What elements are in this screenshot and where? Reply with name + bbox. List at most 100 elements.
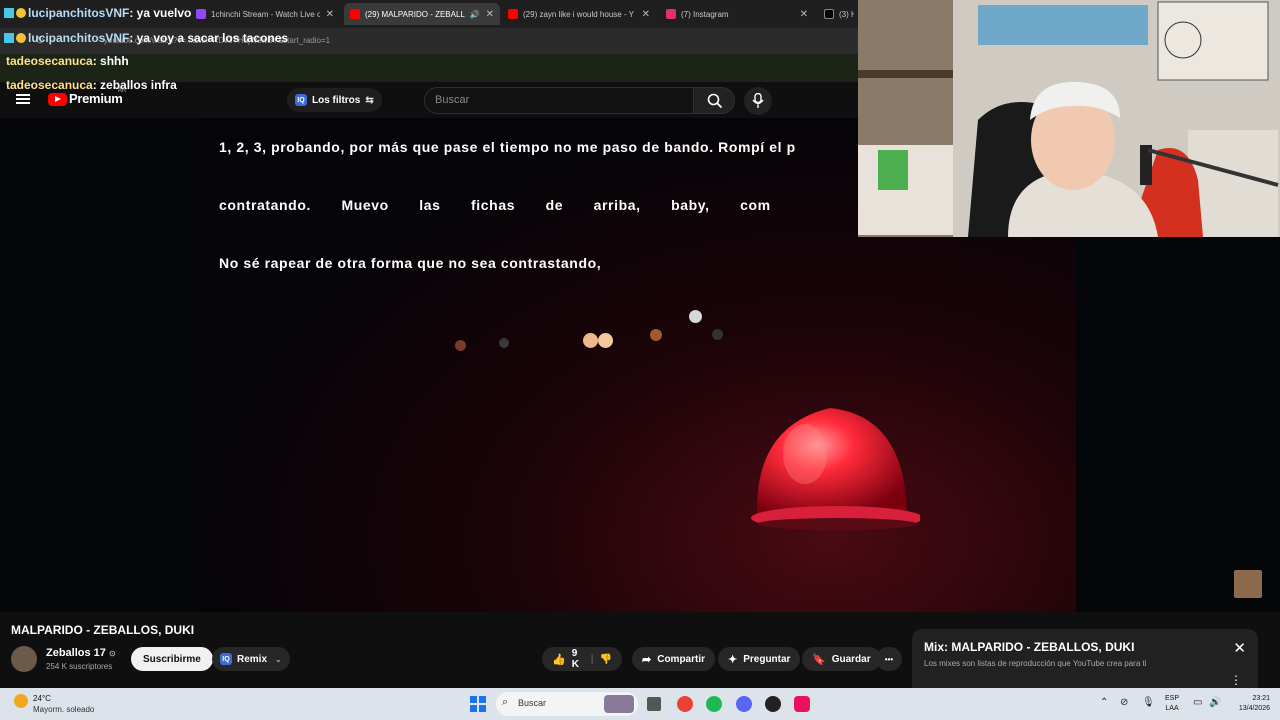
clock-date: 13/4/2026 [1238,705,1270,712]
voice-search-button[interactable] [744,87,772,115]
chat-text: : ya voy a sacar los tacones [129,31,289,45]
microphone-icon[interactable]: 🎙 [1142,697,1155,708]
speaker-icon[interactable]: 🔊 [470,10,480,19]
sliders-icon: ⇆ [365,94,374,106]
chevron-up-icon[interactable]: ⌃ [1100,697,1108,708]
language-code: ESP [1165,695,1180,702]
weather-description: Mayorm. soleado [33,705,95,714]
verified-icon: ⊙ [108,649,116,658]
channel-name[interactable]: Zeballos 17 ⊙ [46,647,116,659]
mix-title[interactable]: Mix: MALPARIDO - ZEBALLOS, DUKI [924,640,1134,654]
twitch-icon [196,9,206,19]
lyric-line: No sé rapear de otra forma que no sea co… [219,255,602,271]
share-icon: ➦ [642,653,652,666]
youtube-logo-icon[interactable] [48,93,67,106]
gift-badge-icon [16,8,26,18]
channel-avatar[interactable] [11,646,37,672]
like-dislike-group: 👍 9 K | 👎 [542,647,622,671]
taskbar-search[interactable]: ⌕ Buscar [496,692,638,716]
filters-badge-icon: IQ [295,94,307,106]
thumbs-down-icon[interactable]: 👎 [600,654,612,665]
tab-zayn[interactable]: (29) zayn like i would house - Y ✕ [502,3,656,25]
microphone-icon [752,93,764,108]
search-icon: ⌕ [502,696,509,708]
spotify-icon[interactable] [706,696,722,712]
share-button[interactable]: ➦ Compartir [632,647,716,671]
chat-text: : shhh [92,54,129,68]
chat-message: lucipanchitosVNF: ya vuelvo [0,6,191,20]
sub-badge-icon [4,33,14,43]
chat-username: tadeosecanuca [6,78,93,92]
sub-badge-icon [4,8,14,18]
tab-x[interactable]: (3) Ho [818,3,860,25]
lyric-line: contratando. Muevo las fichas de arriba,… [219,197,771,213]
windows-start-icon[interactable] [470,696,486,712]
system-clock[interactable]: 23:21 13/4/2026 [1228,694,1270,714]
like-count[interactable]: 9 K [572,648,585,670]
menu-icon[interactable] [16,94,30,104]
chat-message: tadeosecanuca: shhh [6,54,129,68]
network-icon[interactable]: ⊘ [1120,697,1128,708]
search-input[interactable]: Buscar [424,87,694,114]
chat-message: tadeosecanuca: zeballos infra [6,78,177,92]
subscriber-count: 254 K suscriptores [46,662,113,671]
language-indicator[interactable]: ESP LAA [1165,694,1179,714]
kebab-menu-icon[interactable]: ⋮ [1230,673,1242,687]
close-icon[interactable]: ✕ [326,9,334,20]
keyboard-layout: LAA [1165,705,1179,712]
close-icon[interactable]: ✕ [800,9,808,20]
taskbar-search-placeholder: Buscar [518,698,547,708]
tab-malparido[interactable]: (29) MALPARIDO - ZEBALL 🔊 ✕ [344,3,500,25]
sun-icon [14,694,28,708]
share-label: Compartir [657,653,706,665]
remix-label: Remix [237,653,268,665]
channel-watermark[interactable] [1234,570,1262,598]
thumbs-up-icon[interactable]: 👍 [552,653,566,666]
save-button[interactable]: 🔖 Guardar [802,647,881,671]
weather-widget[interactable]: 24°C Mayorm. soleado [14,694,94,714]
tiktok-icon[interactable] [794,696,810,712]
windows-taskbar: 24°C Mayorm. soleado ⌕ Buscar ⌃ ⊘ 🎙 ESP … [0,688,1280,720]
chrome-icon[interactable] [677,696,693,712]
close-icon[interactable]: ✕ [486,9,494,20]
chat-text: : zeballos infra [92,78,177,92]
close-icon[interactable]: ✕ [642,9,650,20]
youtube-icon [350,9,360,19]
remix-button[interactable]: IQ Remix ⌄ [212,647,290,671]
sparkle-icon: ✦ [728,653,738,666]
task-view-icon[interactable] [647,697,661,711]
bokeh-light [598,333,613,348]
chat-message: lucipanchitosVNF: ya voy a sacar los tac… [0,31,288,45]
tab-instagram[interactable]: (7) Instagram ✕ [660,3,814,25]
channel-name-text: Zeballos 17 [46,647,106,659]
tab-kick-stream[interactable]: 1chinchi Stream - Watch Live o ✕ [190,3,340,25]
more-actions-button[interactable]: ••• [876,647,902,671]
chat-username: lucipanchitosVNF [28,31,130,45]
instagram-icon [666,9,676,19]
bookmark-icon: 🔖 [812,653,826,666]
ask-button[interactable]: ✦ Preguntar [718,647,801,671]
volume-icon[interactable]: 🔊 [1209,697,1221,708]
chat-text: : ya vuelvo [129,6,192,20]
search-button[interactable] [693,87,735,114]
filters-label: Los filtros [312,94,361,106]
remix-badge-icon: IQ [220,653,232,665]
bokeh-light [499,338,509,348]
filters-button[interactable]: IQ Los filtros ⇆ [287,88,382,112]
video-title: MALPARIDO - ZEBALLOS, DUKI [11,623,195,637]
close-icon[interactable]: ✕ [1233,639,1246,657]
display-icon[interactable]: ▭ [1193,697,1202,708]
siren-light-image [751,408,920,530]
bokeh-light [583,333,598,348]
chat-username: lucipanchitosVNF [28,6,130,20]
ask-label: Preguntar [743,653,791,665]
bokeh-light [455,340,466,351]
premium-logo-text[interactable]: Premium [69,91,123,106]
lyric-line: 1, 2, 3, probando, por más que pase el t… [219,139,796,155]
chat-username: tadeosecanuca [6,54,93,68]
subscribe-button[interactable]: Suscribirme [131,647,213,671]
chevron-down-icon: ⌄ [275,654,282,664]
obs-icon[interactable] [765,696,781,712]
bokeh-light [712,329,723,340]
discord-icon[interactable] [736,696,752,712]
